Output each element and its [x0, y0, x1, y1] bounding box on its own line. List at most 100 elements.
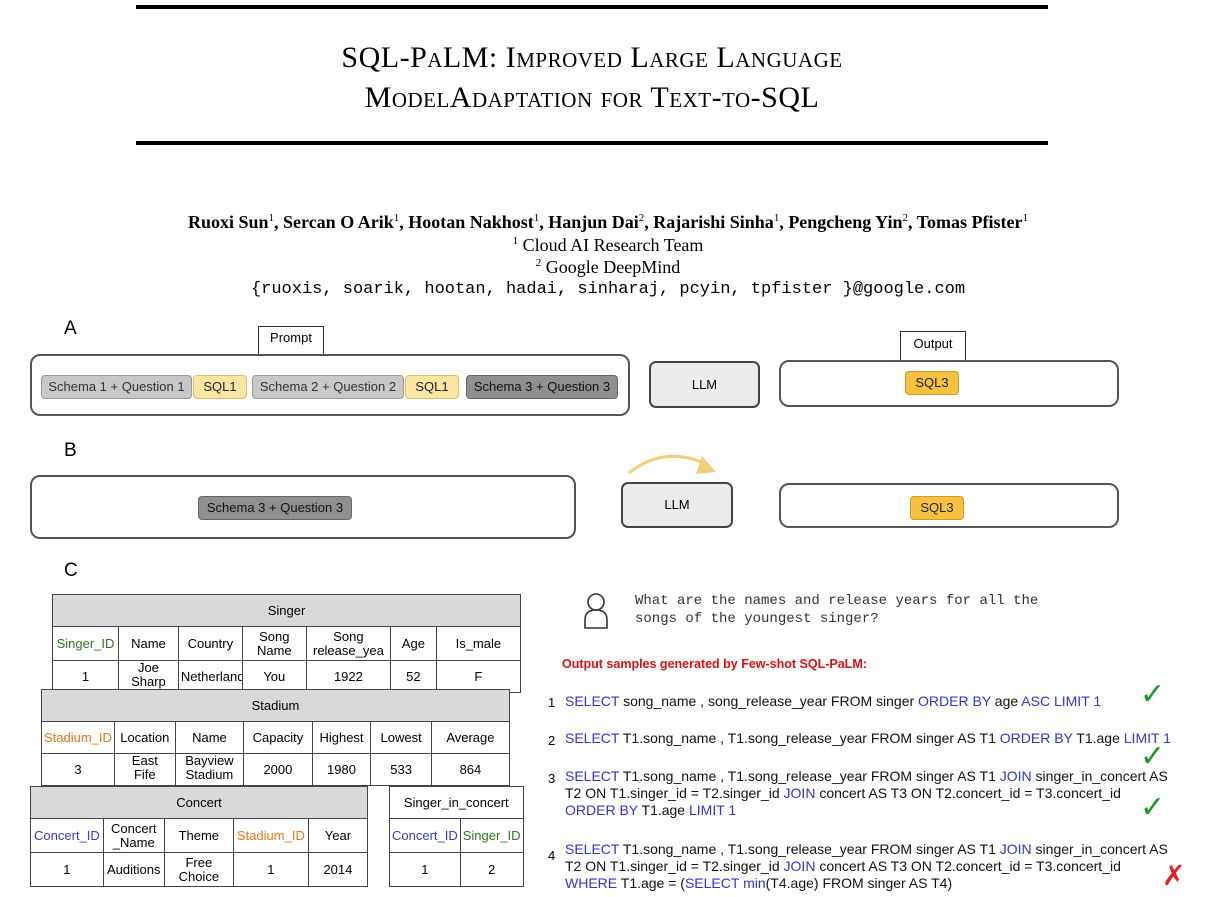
stadium-cell: 1980 — [311, 753, 372, 786]
affiliation-1: 1 Cloud AI Research Team — [512, 235, 704, 255]
sample-number: 3 — [548, 771, 556, 786]
concert-col-stadium-id: Stadium_ID — [232, 818, 309, 853]
sic-cell: 2 — [459, 852, 524, 887]
stadium-col-highest: Highest — [311, 721, 372, 754]
prompt-tag: Prompt — [258, 326, 324, 356]
sample-4-sql-line-3: WHERE T1.age = (SELECT min(T4.age) FROM … — [565, 875, 953, 891]
singer-cell: Joe Sharp — [117, 660, 179, 693]
singer-cell: Netherland — [177, 660, 243, 693]
stadium-table-title: Stadium — [41, 689, 510, 722]
sample-4-sql-line-1: SELECT T1.song_name , T1.song_release_ye… — [565, 841, 1168, 857]
concert-table-title: Concert — [30, 786, 368, 819]
stadium-cell: East Fife — [113, 753, 176, 786]
singer-col-singer-id: Singer_ID — [52, 626, 119, 661]
author-name: Pengcheng Yin — [788, 212, 903, 232]
singer-cell: 52 — [390, 660, 437, 693]
sample-3-sql-line-1: SELECT T1.song_name , T1.song_release_ye… — [565, 768, 1168, 784]
concert-col-year: Year — [307, 818, 369, 853]
stadium-cell: Bayview Stadium — [174, 753, 245, 786]
author-affiliation-mark: 1 — [1022, 212, 1029, 224]
author-affiliation-mark: 2 — [902, 212, 908, 224]
panel-b-label: B — [64, 440, 77, 461]
affiliation-2: 2 Google DeepMind — [535, 257, 681, 277]
author-affiliation-mark: 1 — [268, 212, 275, 224]
singer-col-name: Name — [117, 626, 179, 661]
concert-col-concert-id: Concert_ID — [30, 818, 104, 853]
author-affiliation-mark: 2 — [638, 212, 645, 224]
stadium-cell: 533 — [370, 753, 432, 786]
author-affiliation-mark: 1 — [773, 212, 780, 224]
singer-col-song-name: Song Name — [241, 626, 307, 661]
panel-c-label: C — [64, 560, 78, 581]
title-bottom-rule — [136, 141, 1048, 145]
sample-number: 1 — [548, 695, 556, 710]
stadium-col-lowest: Lowest — [370, 721, 432, 754]
stadium-col-name: Name — [174, 721, 245, 754]
stadium-cell: 864 — [430, 753, 511, 786]
sic-col-concert-id: Concert_ID — [389, 818, 461, 853]
samples-heading: Output samples generated by Few-shot SQL… — [562, 657, 867, 671]
author-affiliation-mark: 1 — [533, 212, 540, 224]
singer-cell: 1 — [52, 660, 119, 693]
schema2-question2-chip: Schema 2 + Question 2 — [252, 375, 404, 399]
concert-cell: 1 — [30, 852, 104, 887]
sample-number: 2 — [548, 733, 556, 748]
sic-cell: 1 — [389, 852, 461, 887]
concert-cell: 1 — [232, 852, 309, 887]
concert-cell: 2014 — [307, 852, 369, 887]
sample-3-sql-line-3: ORDER BY T1.age LIMIT 1 — [565, 802, 737, 818]
singer-col-is-male: Is_male — [435, 626, 522, 661]
sql1-chip-b: SQL1 — [405, 375, 459, 399]
concert-col-concert-name: Concert _Name — [102, 818, 165, 853]
stadium-cell: 2000 — [243, 753, 313, 786]
user-icon — [584, 593, 608, 629]
panel-a-label: A — [64, 318, 77, 339]
cross-icon: ✗ — [1162, 859, 1186, 892]
singer-col-age: Age — [390, 626, 437, 661]
author-list: Ruoxi Sun1, Sercan O Arik1, Hootan Nakho… — [187, 212, 1029, 232]
author-name: Hanjun Dai — [548, 212, 639, 232]
stadium-col-capacity: Capacity — [243, 721, 313, 754]
singer-table: Singer Singer_ID Name Country Song Name … — [52, 594, 522, 693]
sample-number: 4 — [548, 848, 556, 863]
author-name: Tomas Pfister — [916, 212, 1023, 232]
check-icon: ✓ — [1140, 677, 1166, 712]
singer-table-title: Singer — [52, 594, 521, 627]
paper-title-line-1: SQL-PaLM: Improved Large Language — [341, 41, 843, 74]
author-affiliation-mark: 1 — [393, 212, 400, 224]
stadium-col-stadium-id: Stadium_ID — [41, 721, 115, 754]
sql3-chip-a: SQL3 — [905, 371, 959, 395]
title-top-rule — [136, 5, 1048, 9]
curved-arrow-icon — [628, 454, 716, 475]
sic-col-singer-id: Singer_ID — [459, 818, 524, 853]
output-tag: Output — [900, 331, 966, 361]
paper-title-line-2: ModelAdaptation for Text-to-SQL — [364, 81, 820, 114]
singer-cell: You — [241, 660, 307, 693]
sample-3-sql-line-2: T2 ON T1.singer_id = T2.singer_id JOIN c… — [565, 785, 1121, 801]
singer-cell: F — [435, 660, 522, 693]
singer-in-concert-table: Singer_in_concert Concert_ID Singer_ID 1… — [389, 786, 524, 887]
stadium-col-location: Location — [113, 721, 176, 754]
author-emails: {ruoxis, soarik, hootan, hadai, sinharaj… — [250, 280, 966, 299]
sql1-chip-a: SQL1 — [193, 375, 247, 399]
check-icon: ✓ — [1140, 790, 1166, 825]
singer-col-song-release-year: Song release_yea — [305, 626, 392, 661]
sql3-chip-b: SQL3 — [910, 496, 964, 520]
author-name: Hootan Nakhost — [408, 212, 534, 232]
author-name: Ruoxi Sun — [187, 212, 269, 232]
concert-col-theme: Theme — [163, 818, 234, 853]
author-name: Rajarishi Sinha — [653, 212, 774, 232]
concert-cell: Auditions — [102, 852, 165, 887]
llm-box-b: LLM — [621, 482, 733, 528]
question-line-1: What are the names and release years for… — [635, 593, 1039, 609]
stadium-cell: 3 — [41, 753, 115, 786]
singer-cell: 1922 — [305, 660, 392, 693]
sample-2-sql: SELECT T1.song_name , T1.song_release_ye… — [565, 730, 1171, 746]
concert-cell: Free Choice — [163, 852, 234, 887]
concert-table: Concert Concert_ID Concert _Name Theme S… — [30, 786, 369, 887]
stadium-col-average: Average — [430, 721, 511, 754]
schema1-question1-chip: Schema 1 + Question 1 — [41, 375, 192, 399]
schema3-question3-chip-b: Schema 3 + Question 3 — [198, 496, 352, 520]
stadium-table: Stadium Stadium_ID Location Name Capacit… — [41, 689, 511, 786]
singer-col-country: Country — [177, 626, 243, 661]
